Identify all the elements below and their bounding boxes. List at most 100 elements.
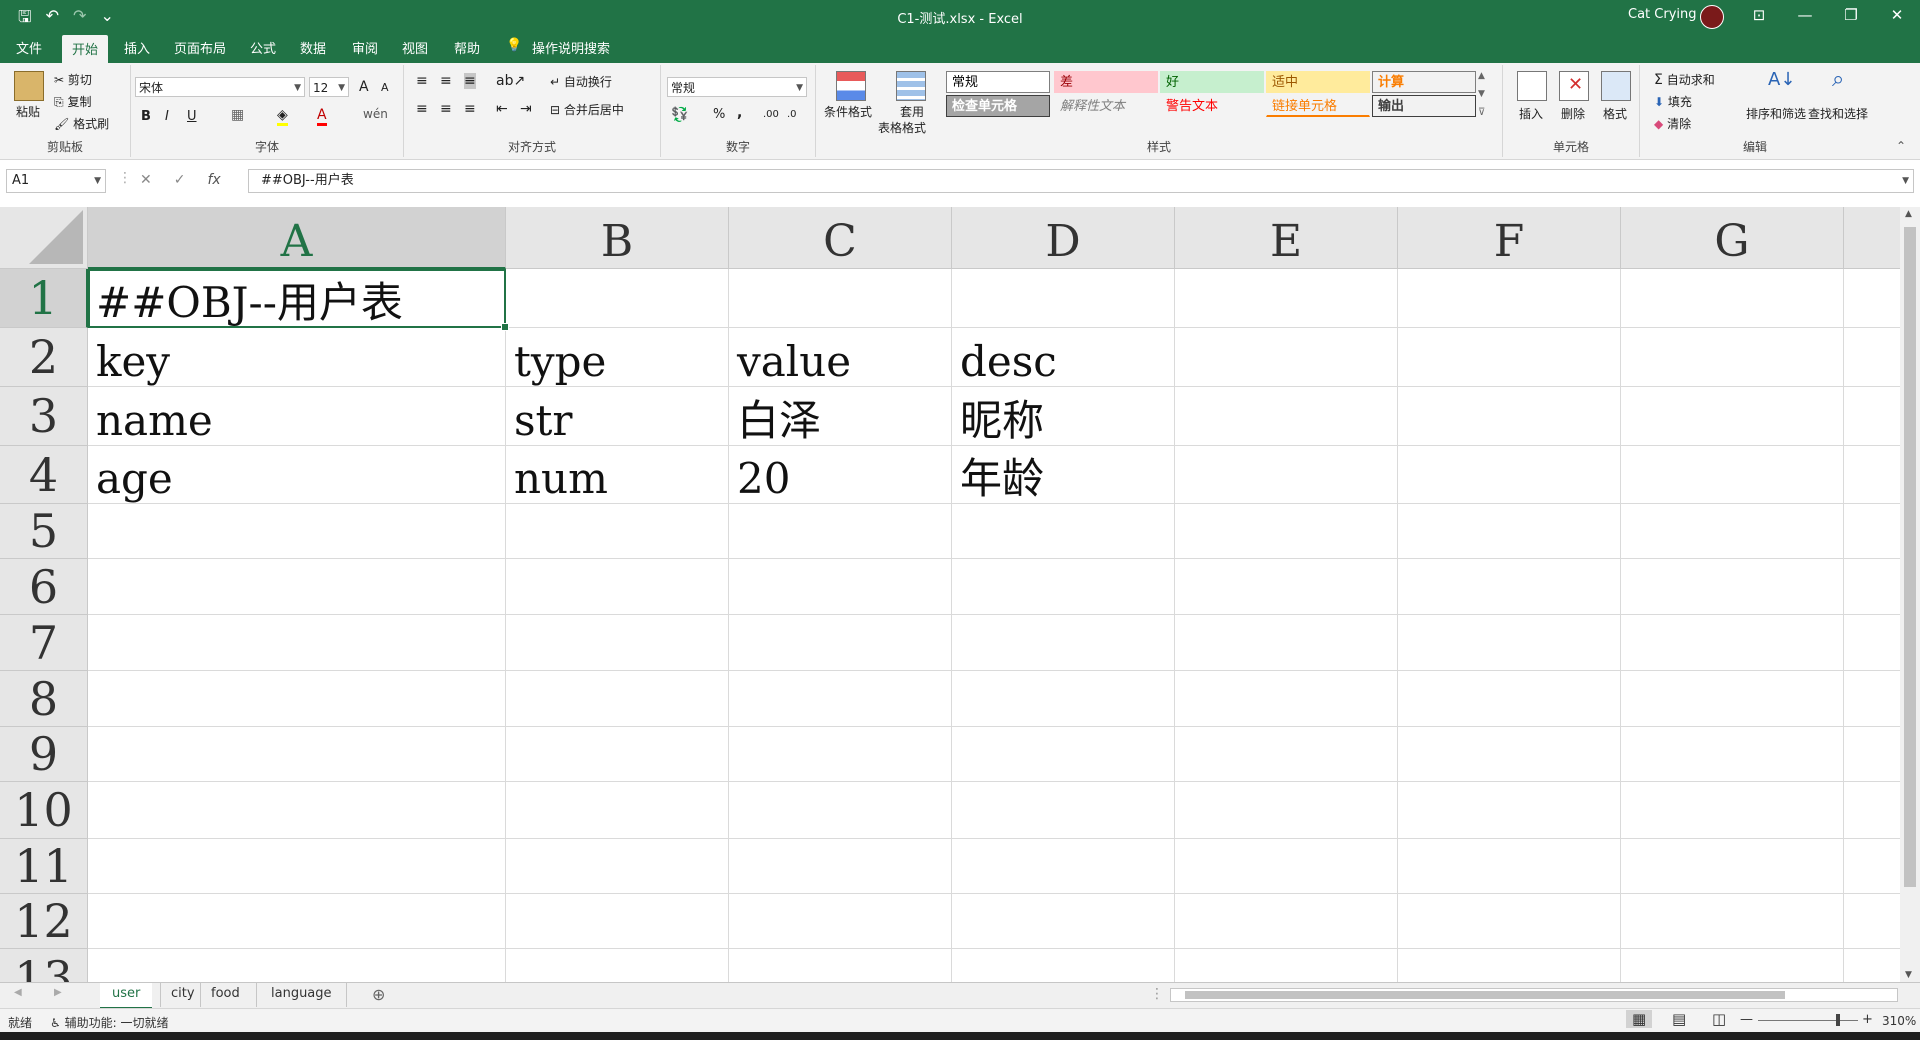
cell-h1[interactable]: [1844, 269, 1900, 328]
cell-h10[interactable]: [1844, 782, 1900, 839]
column-header-h[interactable]: [1844, 207, 1900, 269]
paste-button[interactable]: 粘贴: [16, 103, 40, 120]
horizontal-scrollbar[interactable]: [1170, 988, 1898, 1002]
tab-insert[interactable]: 插入: [124, 38, 150, 57]
cell-b6[interactable]: [506, 559, 729, 615]
cell-a3[interactable]: name: [88, 387, 506, 446]
cell-f4[interactable]: [1398, 446, 1621, 504]
font-color-icon[interactable]: A: [317, 107, 327, 126]
cell-d8[interactable]: [952, 671, 1175, 727]
align-middle-icon[interactable]: ≡: [440, 73, 452, 89]
cell-h4[interactable]: [1844, 446, 1900, 504]
paste-icon[interactable]: [14, 71, 44, 101]
cell-f1[interactable]: [1398, 269, 1621, 328]
cell-a2[interactable]: key: [88, 328, 506, 387]
cell-style-item[interactable]: 警告文本: [1160, 95, 1264, 117]
cell-f3[interactable]: [1398, 387, 1621, 446]
cell-c4[interactable]: 20: [729, 446, 952, 504]
cell-c10[interactable]: [729, 782, 952, 839]
cell-h8[interactable]: [1844, 671, 1900, 727]
cell-g7[interactable]: [1621, 615, 1844, 671]
cell-g12[interactable]: [1621, 894, 1844, 949]
clear-button[interactable]: ◆ 清除: [1654, 115, 1691, 132]
row-header-12[interactable]: 12: [0, 894, 88, 949]
cell-e4[interactable]: [1175, 446, 1398, 504]
row-header-6[interactable]: 6: [0, 559, 88, 615]
cell-c13[interactable]: [729, 949, 952, 982]
decrease-indent-icon[interactable]: ⇤: [496, 101, 508, 117]
split-handle-icon[interactable]: ⋮: [1150, 986, 1164, 1002]
format-cells-icon[interactable]: [1601, 71, 1631, 101]
sheet-tab-language[interactable]: language: [256, 983, 347, 1007]
format-painter-button[interactable]: 🖌 格式刷: [54, 115, 109, 132]
cell-style-item[interactable]: 好: [1160, 71, 1264, 93]
cell-style-item[interactable]: 差: [1054, 71, 1158, 93]
cell-b3[interactable]: str: [506, 387, 729, 446]
cut-button[interactable]: ✂ 剪切: [54, 71, 92, 88]
vertical-scrollbar[interactable]: ▲ ▼: [1900, 207, 1920, 982]
cell-b12[interactable]: [506, 894, 729, 949]
cell-d5[interactable]: [952, 504, 1175, 559]
accounting-icon[interactable]: 💱: [671, 107, 688, 123]
tab-data[interactable]: 数据: [300, 38, 326, 57]
tell-me-search[interactable]: 操作说明搜索: [532, 38, 610, 57]
cell-c8[interactable]: [729, 671, 952, 727]
cell-h11[interactable]: [1844, 839, 1900, 894]
insert-function-icon[interactable]: fx: [207, 172, 220, 188]
formula-input[interactable]: ##OBJ--用户表 ▼: [248, 169, 1914, 193]
normal-view-icon[interactable]: ▦: [1626, 1010, 1653, 1028]
cell-g9[interactable]: [1621, 727, 1844, 782]
cell-a10[interactable]: [88, 782, 506, 839]
tab-help[interactable]: 帮助: [454, 38, 480, 57]
zoom-slider[interactable]: [1758, 1014, 1858, 1026]
wrap-text-button[interactable]: ↵ 自动换行: [550, 73, 612, 90]
gallery-up-icon[interactable]: ▲: [1478, 71, 1485, 81]
decrease-decimal-icon[interactable]: .0: [787, 109, 797, 120]
cell-f11[interactable]: [1398, 839, 1621, 894]
cell-h3[interactable]: [1844, 387, 1900, 446]
cell-e12[interactable]: [1175, 894, 1398, 949]
row-header-1[interactable]: 1: [0, 269, 88, 328]
conditional-format-button[interactable]: 条件格式: [824, 103, 872, 120]
cell-e6[interactable]: [1175, 559, 1398, 615]
cell-e11[interactable]: [1175, 839, 1398, 894]
cell-e7[interactable]: [1175, 615, 1398, 671]
bold-button[interactable]: B: [141, 109, 151, 124]
row-header-5[interactable]: 5: [0, 504, 88, 559]
cell-c2[interactable]: value: [729, 328, 952, 387]
format-table-label-1[interactable]: 套用: [900, 103, 924, 120]
borders-icon[interactable]: ▦: [231, 107, 244, 123]
row-header-7[interactable]: 7: [0, 615, 88, 671]
gallery-down-icon[interactable]: ▼: [1478, 89, 1485, 99]
font-size-combo[interactable]: 12 ▼: [309, 77, 349, 97]
increase-indent-icon[interactable]: ⇥: [520, 101, 532, 117]
cell-a13[interactable]: [88, 949, 506, 982]
zoom-out-button[interactable]: —: [1740, 1012, 1753, 1027]
format-table-label-2[interactable]: 表格格式: [878, 119, 926, 136]
cell-e5[interactable]: [1175, 504, 1398, 559]
row-header-9[interactable]: 9: [0, 727, 88, 782]
page-layout-view-icon[interactable]: ▤: [1666, 1010, 1692, 1028]
cell-b4[interactable]: num: [506, 446, 729, 504]
sheet-tab-user[interactable]: user: [100, 983, 153, 1009]
cell-f12[interactable]: [1398, 894, 1621, 949]
cell-g13[interactable]: [1621, 949, 1844, 982]
cell-d1[interactable]: [952, 269, 1175, 328]
cell-d7[interactable]: [952, 615, 1175, 671]
column-header-d[interactable]: D: [952, 207, 1175, 269]
cell-f2[interactable]: [1398, 328, 1621, 387]
row-header-11[interactable]: 11: [0, 839, 88, 894]
cell-c11[interactable]: [729, 839, 952, 894]
column-header-b[interactable]: B: [506, 207, 729, 269]
cell-style-item[interactable]: 检查单元格: [946, 95, 1050, 117]
tab-home[interactable]: 开始: [62, 35, 109, 63]
cell-b8[interactable]: [506, 671, 729, 727]
cell-g4[interactable]: [1621, 446, 1844, 504]
cell-b9[interactable]: [506, 727, 729, 782]
number-format-combo[interactable]: 常规 ▼: [667, 77, 807, 97]
cell-f8[interactable]: [1398, 671, 1621, 727]
cell-g8[interactable]: [1621, 671, 1844, 727]
collapse-ribbon-icon[interactable]: ⌃: [1896, 139, 1906, 153]
row-header-4[interactable]: 4: [0, 446, 88, 504]
cell-c1[interactable]: [729, 269, 952, 328]
